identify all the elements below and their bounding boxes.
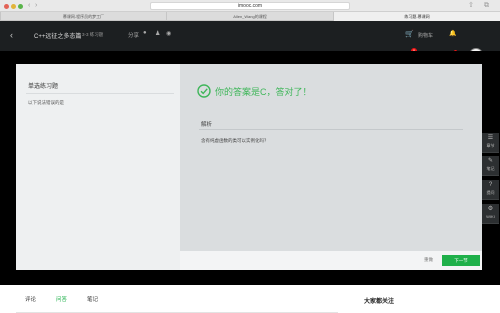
result-panel: 你的答案是C，答对了！ 解析 含有纯虚函数的类可以实例化吗？ — [180, 64, 482, 251]
side-tool-ask[interactable]: ? 提问 — [482, 180, 499, 200]
address-bar[interactable]: imooc.com — [150, 2, 350, 10]
tab-my-courses[interactable]: Allen_Wang的课程 — [166, 12, 333, 21]
cart-icon[interactable]: 🛒 — [405, 30, 414, 38]
result-message: 你的答案是C，答对了！ — [215, 87, 312, 97]
exercise-footer: 重做 下一节 — [180, 251, 482, 270]
wechat-icon[interactable]: ● — [143, 30, 147, 36]
share-icon[interactable]: ⇧ — [468, 2, 474, 10]
course-header: ‹ C++远征之多态篇 3-3 练习题 分享 ● ♟ ◉ 🛒 0 购物车 🔔 — [0, 21, 500, 62]
pencil-icon: ✎ — [487, 158, 494, 164]
weibo-icon[interactable]: ◉ — [166, 30, 171, 37]
analysis-heading: 解析 — [201, 122, 213, 128]
bell-icon[interactable]: 🔔 — [449, 30, 456, 37]
divider — [199, 129, 463, 130]
course-title[interactable]: C++远征之多态篇 — [34, 31, 81, 40]
tab-imooc-home[interactable]: 慕课网-程序员的梦工厂 — [0, 12, 166, 21]
cart-label[interactable]: 购物车 — [418, 32, 433, 39]
side-tool-chapters[interactable]: ☰ 章节 — [482, 133, 499, 153]
qq-icon[interactable]: ♟ — [155, 30, 160, 37]
side-tool-wiki[interactable]: ⚙ WIKI — [482, 204, 499, 224]
browser-toolbar: ‹ › imooc.com ⇧ ⧉ — [0, 0, 500, 12]
wiki-icon: ⚙ — [487, 206, 494, 212]
browser-back-icon[interactable]: ‹ — [28, 2, 30, 10]
question-type-heading: 单选练习题 — [28, 84, 59, 90]
tab-exercise[interactable]: 练习题-慕课网 — [333, 12, 500, 21]
next-section-button[interactable]: 下一节 — [442, 255, 480, 266]
browser-forward-icon[interactable]: › — [35, 2, 37, 10]
check-circle-icon — [197, 84, 211, 98]
share-label: 分享 — [128, 33, 140, 39]
side-tool-notes[interactable]: ✎ 笔记 — [482, 156, 499, 176]
question-icon: ? — [488, 182, 493, 188]
back-icon[interactable]: ‹ — [10, 30, 13, 40]
sidebar-title: 大家都关注 — [364, 299, 395, 305]
retry-button[interactable]: 重做 — [424, 257, 433, 263]
minimize-window-icon[interactable] — [11, 4, 16, 9]
tabs-overview-icon[interactable]: ⧉ — [484, 2, 489, 10]
close-window-icon[interactable] — [4, 4, 9, 9]
analysis-text: 含有纯虚函数的类可以实例化吗？ — [201, 138, 269, 143]
section-label: 3-3 练习题 — [82, 32, 104, 37]
tab-notes[interactable]: 笔记 — [87, 295, 98, 303]
tab-bar: 慕课网-程序员的梦工厂 Allen_Wang的课程 练习题-慕课网 — [0, 12, 500, 21]
divider — [26, 93, 174, 94]
tab-comments[interactable]: 评论 — [25, 295, 36, 303]
question-text: 以下说法错误的是 — [28, 100, 64, 105]
tab-qa[interactable]: 问答 — [56, 295, 67, 303]
list-icon: ☰ — [487, 135, 494, 141]
question-panel: 单选练习题 以下说法错误的是 — [16, 64, 180, 270]
discussion-area: 评论 问答 笔记 大家都关注 — [0, 285, 500, 313]
zoom-window-icon[interactable] — [18, 4, 23, 9]
